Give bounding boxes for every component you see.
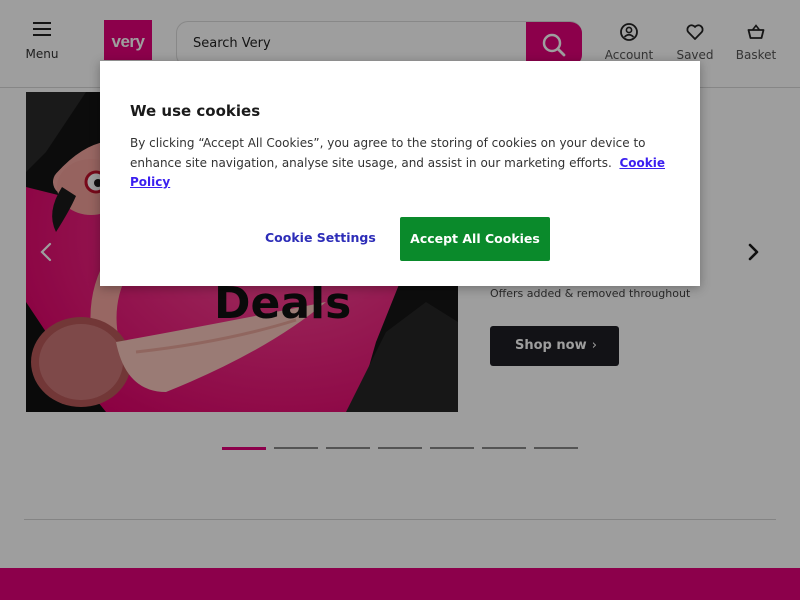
cookie-consent-dialog: We use cookies By clicking “Accept All C… <box>100 61 700 286</box>
cookie-dialog-body: By clicking “Accept All Cookies”, you ag… <box>130 136 646 170</box>
cookie-dialog-text: By clicking “Accept All Cookies”, you ag… <box>130 134 675 193</box>
cookie-settings-button[interactable]: Cookie Settings <box>265 230 376 245</box>
cookie-dialog-title: We use cookies <box>130 102 261 120</box>
accept-all-cookies-button[interactable]: Accept All Cookies <box>400 217 550 261</box>
page: Menu very Search Very Account Saved Bask… <box>0 0 800 600</box>
